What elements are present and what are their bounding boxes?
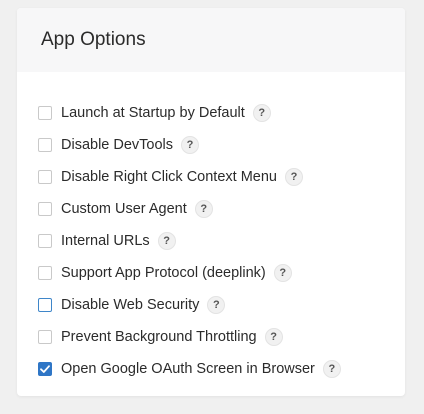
custom-user-agent-checkbox[interactable] xyxy=(38,202,52,216)
internal-urls-checkbox[interactable] xyxy=(38,234,52,248)
help-icon[interactable]: ? xyxy=(194,200,213,218)
launch-at-startup-checkbox[interactable] xyxy=(38,106,52,120)
open-google-oauth-in-browser-checkbox[interactable] xyxy=(38,362,52,376)
option-custom-user-agent[interactable]: Custom User Agent ? xyxy=(38,193,341,225)
help-icon[interactable]: ? xyxy=(273,264,292,282)
checkmark-icon xyxy=(40,365,50,373)
app-options-panel: App Options Launch at Startup by Default… xyxy=(17,8,405,396)
disable-right-click-menu-checkbox[interactable] xyxy=(38,170,52,184)
option-disable-devtools[interactable]: Disable DevTools ? xyxy=(38,129,341,161)
option-support-app-protocol[interactable]: Support App Protocol (deeplink) ? xyxy=(38,257,341,289)
option-launch-at-startup[interactable]: Launch at Startup by Default ? xyxy=(38,97,341,129)
option-label[interactable]: Custom User Agent xyxy=(61,201,187,217)
help-icon[interactable]: ? xyxy=(252,104,271,122)
help-icon[interactable]: ? xyxy=(181,136,200,154)
option-open-google-oauth-in-browser[interactable]: Open Google OAuth Screen in Browser ? xyxy=(38,353,341,385)
option-label[interactable]: Prevent Background Throttling xyxy=(61,329,257,345)
option-label[interactable]: Internal URLs xyxy=(61,233,150,249)
option-label[interactable]: Disable DevTools xyxy=(61,137,173,153)
option-disable-right-click-menu[interactable]: Disable Right Click Context Menu ? xyxy=(38,161,341,193)
help-icon[interactable]: ? xyxy=(157,232,176,250)
option-label[interactable]: Disable Right Click Context Menu xyxy=(61,169,277,185)
option-label[interactable]: Open Google OAuth Screen in Browser xyxy=(61,361,315,377)
support-app-protocol-checkbox[interactable] xyxy=(38,266,52,280)
panel-title: App Options xyxy=(41,29,146,50)
help-icon[interactable]: ? xyxy=(322,360,341,378)
disable-devtools-checkbox[interactable] xyxy=(38,138,52,152)
option-label[interactable]: Launch at Startup by Default xyxy=(61,105,245,121)
option-prevent-background-throttling[interactable]: Prevent Background Throttling ? xyxy=(38,321,341,353)
prevent-background-throttling-checkbox[interactable] xyxy=(38,330,52,344)
help-icon[interactable]: ? xyxy=(284,168,303,186)
option-disable-web-security[interactable]: Disable Web Security ? xyxy=(38,289,341,321)
option-internal-urls[interactable]: Internal URLs ? xyxy=(38,225,341,257)
help-icon[interactable]: ? xyxy=(207,296,226,314)
disable-web-security-checkbox[interactable] xyxy=(38,298,52,312)
help-icon[interactable]: ? xyxy=(264,328,283,346)
options-list: Launch at Startup by Default ? Disable D… xyxy=(38,97,341,385)
option-label[interactable]: Support App Protocol (deeplink) xyxy=(61,265,266,281)
option-label[interactable]: Disable Web Security xyxy=(61,297,199,313)
panel-header: App Options xyxy=(17,8,405,72)
